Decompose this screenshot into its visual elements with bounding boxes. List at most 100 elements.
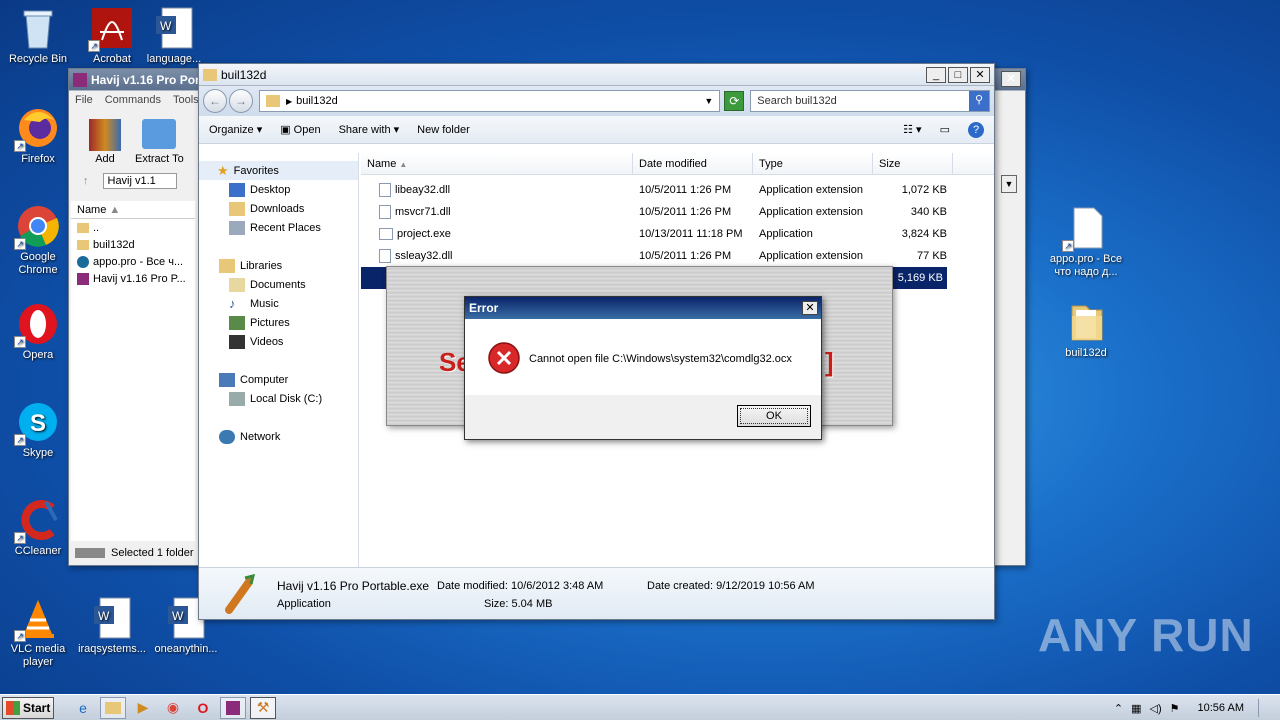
exe-file-icon xyxy=(379,228,393,241)
file-size: 77 KB xyxy=(917,250,947,262)
file-type: Application extension xyxy=(759,206,863,218)
desktop-icon-buil132d[interactable]: buil132d xyxy=(1046,300,1126,360)
clock[interactable]: 10:56 AM xyxy=(1198,702,1244,714)
search-input[interactable]: Search buil132d ⚲ xyxy=(750,90,990,112)
nav-pictures[interactable]: Pictures xyxy=(199,313,358,332)
column-header-type[interactable]: Type xyxy=(753,153,873,174)
menu-file[interactable]: File xyxy=(75,94,93,106)
nav-documents[interactable]: Documents xyxy=(199,275,358,294)
view-options-icon[interactable]: ☷ ▾ xyxy=(903,123,921,136)
desktop-icon-recycle-bin[interactable]: Recycle Bin xyxy=(0,6,76,66)
menu-commands[interactable]: Commands xyxy=(105,94,161,106)
new-folder-button[interactable]: New folder xyxy=(417,124,470,136)
computer-icon xyxy=(219,372,235,387)
desktop-icon-skype[interactable]: S ↗ Skype xyxy=(0,400,76,460)
nav-recent-places[interactable]: Recent Places xyxy=(199,218,358,237)
havij-taskbar-icon[interactable]: ⚒ xyxy=(250,696,276,719)
menu-tools[interactable]: Tools xyxy=(173,94,199,106)
back-button[interactable]: ← xyxy=(203,89,227,113)
details-modified: Date modified: 10/6/2012 3:48 AM xyxy=(437,580,604,592)
column-headers: Name ▲ Date modified Type Size xyxy=(361,153,994,175)
explorer-taskbar-icon[interactable] xyxy=(100,696,126,719)
list-item[interactable]: appo.pro - Все ч... xyxy=(71,253,195,270)
winrar-scroll-down[interactable]: ▼ xyxy=(1001,175,1017,193)
opera-taskbar-icon[interactable]: O xyxy=(190,697,216,719)
column-header-size[interactable]: Size xyxy=(873,153,953,174)
url-shortcut-icon: ↗ xyxy=(1062,206,1108,252)
open-button[interactable]: ▣ Open xyxy=(280,123,320,136)
winrar-close-button[interactable]: ✕ xyxy=(1001,71,1021,87)
organize-button[interactable]: Organize ▾ xyxy=(209,123,262,136)
breadcrumb-chevron-icon[interactable]: ▶ xyxy=(286,97,292,106)
desktop-icon-opera[interactable]: ↗ Opera xyxy=(0,302,76,362)
error-message: Cannot open file C:\Windows\system32\com… xyxy=(529,353,792,365)
table-row[interactable]: msvcr71.dll 10/5/2011 1:26 PM Applicatio… xyxy=(361,201,994,223)
desktop-icon-label: Firefox xyxy=(21,153,55,165)
chrome-taskbar-icon[interactable]: ◉ xyxy=(160,697,186,719)
desktop-icon-ccleaner[interactable]: ↗ CCleaner xyxy=(0,498,76,558)
ie-icon[interactable]: e xyxy=(70,697,96,719)
column-header-date[interactable]: Date modified xyxy=(633,153,753,174)
file-type: Application extension xyxy=(759,184,863,196)
nav-libraries[interactable]: Libraries xyxy=(199,256,358,275)
list-item[interactable]: .. xyxy=(71,219,195,236)
breadcrumb[interactable]: buil132d xyxy=(296,95,338,107)
explorer-titlebar[interactable]: buil132d _ □ ✕ xyxy=(199,64,994,86)
winrar-taskbar-icon[interactable] xyxy=(220,696,246,719)
desktop-icon-label: VLC media player xyxy=(10,643,66,668)
nav-videos[interactable]: Videos xyxy=(199,332,358,351)
column-header-name[interactable]: Name ▲ xyxy=(361,153,633,174)
dll-file-icon xyxy=(379,183,391,197)
taskbar: Start e ▶ ◉ O ⚒ ⌃ ▦ ◁) ⚑ 10:56 AM xyxy=(0,694,1280,720)
preview-pane-icon[interactable]: ▭ xyxy=(940,123,950,136)
tray-expand-icon[interactable]: ⌃ xyxy=(1114,702,1123,715)
show-desktop-button[interactable] xyxy=(1258,699,1272,717)
nav-computer[interactable]: Computer xyxy=(199,370,358,389)
error-dialog[interactable]: Error ✕ Cannot open file C:\Windows\syst… xyxy=(464,296,822,440)
desktop-icon-vlc[interactable]: ↗ VLC media player xyxy=(0,596,76,669)
forward-button[interactable]: → xyxy=(228,89,253,113)
address-bar-row: ← → ▶ buil132d ▼ ⟳ Search buil132d ⚲ xyxy=(199,86,994,116)
desktop-icon-chrome[interactable]: ↗ Google Chrome xyxy=(0,204,76,277)
nav-downloads[interactable]: Downloads xyxy=(199,199,358,218)
volume-tray-icon[interactable]: ◁) xyxy=(1150,702,1162,715)
nav-desktop[interactable]: Desktop xyxy=(199,180,358,199)
close-button[interactable]: ✕ xyxy=(970,67,990,83)
list-item[interactable]: Havij v1.16 Pro P... xyxy=(71,270,195,287)
help-icon[interactable]: ? xyxy=(968,121,984,138)
table-row[interactable]: libeay32.dll 10/5/2011 1:26 PM Applicati… xyxy=(361,179,994,201)
media-player-icon[interactable]: ▶ xyxy=(130,697,156,719)
address-dropdown-icon[interactable]: ▼ xyxy=(704,96,713,106)
up-arrow-icon[interactable]: ↑ xyxy=(83,175,89,187)
desktop-icon-iraqsystems[interactable]: W iraqsystems... xyxy=(74,596,150,656)
add-button[interactable]: Add xyxy=(89,119,121,165)
list-item[interactable]: buil132d xyxy=(71,236,195,253)
address-bar[interactable]: ▶ buil132d ▼ xyxy=(258,90,721,112)
network-tray-icon[interactable]: ▦ xyxy=(1131,702,1141,715)
extract-folder-icon xyxy=(142,119,177,149)
nav-favorites[interactable]: ★ Favorites xyxy=(199,161,358,180)
file-size: 3,824 KB xyxy=(901,228,947,240)
nav-local-disk[interactable]: Local Disk (C:) xyxy=(199,389,358,408)
skype-icon: S ↗ xyxy=(14,400,60,446)
nav-music[interactable]: ♪ Music xyxy=(199,294,358,313)
extract-to-button[interactable]: Extract To xyxy=(135,119,184,165)
nav-network[interactable]: Network xyxy=(199,427,358,446)
error-titlebar[interactable]: Error ✕ xyxy=(465,297,821,319)
ok-button[interactable]: OK xyxy=(737,405,811,427)
minimize-button[interactable]: _ xyxy=(926,67,946,83)
table-row[interactable]: project.exe 10/13/2011 11:18 PM Applicat… xyxy=(361,223,994,245)
winrar-path[interactable]: Havij v1.1 xyxy=(102,173,177,189)
flag-tray-icon[interactable]: ⚑ xyxy=(1170,702,1180,715)
desktop-icon-appo-pro[interactable]: ↗ appo.pro - Все что надо д... xyxy=(1046,206,1126,279)
error-close-button[interactable]: ✕ xyxy=(802,301,818,315)
desktop-icon-firefox[interactable]: ↗ Firefox xyxy=(0,106,76,166)
maximize-button[interactable]: □ xyxy=(948,67,968,83)
share-with-button[interactable]: Share with ▾ xyxy=(339,123,400,136)
refresh-button[interactable]: ⟳ xyxy=(724,91,745,111)
desktop-icon-language[interactable]: W language... xyxy=(136,6,212,66)
search-icon[interactable]: ⚲ xyxy=(968,91,989,111)
winrar-col-name[interactable]: Name ▲ xyxy=(71,201,195,219)
table-row[interactable]: ssleay32.dll 10/5/2011 1:26 PM Applicati… xyxy=(361,245,994,267)
start-button[interactable]: Start xyxy=(2,696,54,719)
